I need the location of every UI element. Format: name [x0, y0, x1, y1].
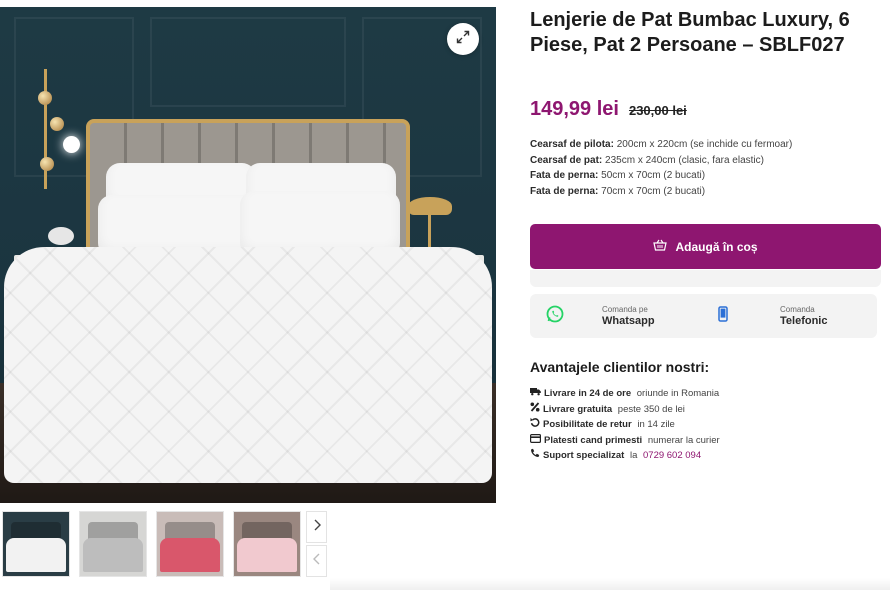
order-whatsapp-label: Whatsapp	[602, 314, 655, 327]
duvet	[4, 247, 492, 483]
expand-image-button[interactable]	[447, 23, 479, 55]
card-icon	[530, 433, 542, 449]
thumbnail-bed	[83, 538, 143, 572]
spec-row: Fata de perna: 50cm x 70cm (2 bucati)	[530, 168, 792, 184]
chevron-right-icon	[313, 518, 321, 536]
whatsapp-icon	[546, 305, 564, 328]
expand-icon	[456, 30, 470, 49]
order-phone-button[interactable]: Comanda Telefonic	[718, 294, 868, 338]
chandelier-orb	[38, 91, 52, 105]
thumbnail-prev-button[interactable]	[306, 545, 327, 577]
product-specs: Cearsaf de pilota: 200cm x 220cm (se inc…	[530, 137, 792, 199]
add-to-cart-button[interactable]: Adaugă în coș	[530, 224, 881, 269]
truck-icon	[530, 386, 541, 402]
order-whatsapp-text: Comanda pe Whatsapp	[602, 305, 655, 328]
benefit-item: Suport specializat la 0729 602 094	[530, 448, 720, 464]
benefit-text: peste 350 de lei	[615, 403, 685, 415]
percent-icon	[530, 401, 540, 418]
benefit-item: Livrare in 24 de ore oriunde in Romania	[530, 386, 720, 402]
spec-label: Fata de perna:	[530, 185, 599, 197]
spec-value: 70cm x 70cm (2 bucati)	[601, 185, 706, 197]
main-product-image[interactable]	[0, 7, 496, 503]
phone-icon	[718, 305, 728, 327]
benefit-strong: Platesti cand primesti	[544, 434, 643, 446]
thumbnail-red[interactable]	[156, 511, 224, 577]
spec-label: Cearsaf de pat:	[530, 154, 603, 166]
benefit-strong: Livrare in 24 de ore	[544, 388, 632, 399]
support-phone-link[interactable]: 0729 602 094	[643, 448, 701, 464]
benefit-strong: Posibilitate de retur	[543, 419, 632, 430]
price-block: 149,99 lei 230,00 lei	[530, 98, 687, 121]
benefit-item: Livrare gratuita peste 350 de lei	[530, 401, 720, 418]
spec-value: 50cm x 70cm (2 bucati)	[601, 170, 706, 181]
price-old: 230,00 lei	[628, 103, 687, 118]
order-whatsapp-button[interactable]: Comanda pe Whatsapp	[546, 294, 696, 338]
thumbnail-bed	[6, 538, 66, 572]
page-bottom-edge	[330, 578, 890, 590]
order-phone-caption: Comanda	[780, 304, 815, 314]
cart-divider	[530, 270, 881, 287]
thumbnail-pink[interactable]	[233, 511, 301, 577]
thumbnail-strip	[0, 511, 330, 579]
order-options: Comanda pe Whatsapp Comanda Telefonic	[530, 294, 877, 338]
flowers	[48, 227, 74, 245]
order-phone-text: Comanda Telefonic	[780, 305, 827, 328]
spec-row: Cearsaf de pat: 235cm x 240cm (clasic, f…	[530, 153, 792, 169]
chevron-left-icon	[312, 552, 321, 570]
spec-label: Cearsaf de pilota:	[530, 139, 614, 150]
benefit-text: numerar la curier	[645, 434, 720, 446]
benefits-title: Avantajele clientilor nostri:	[530, 359, 710, 375]
phone-icon	[530, 448, 540, 464]
spec-row: Fata de perna: 70cm x 70cm (2 bucati)	[530, 184, 792, 200]
thumbnail-next-button[interactable]	[306, 511, 327, 543]
chandelier-orb	[50, 117, 64, 131]
chandelier-orb	[40, 157, 54, 171]
order-whatsapp-caption: Comanda pe	[602, 304, 648, 314]
add-to-cart-label: Adaugă în coș	[675, 239, 758, 254]
benefit-item: Posibilitate de retur in 14 zile	[530, 417, 720, 433]
chandelier-light	[63, 136, 80, 153]
benefit-strong: Livrare gratuita	[543, 403, 613, 415]
spec-value: 200cm x 220cm (se inchide cu fermoar)	[616, 139, 793, 150]
thumbnail-grey[interactable]	[79, 511, 147, 577]
basket-icon	[653, 239, 668, 254]
thumbnail-bed	[160, 538, 220, 572]
wall-panel	[150, 17, 346, 107]
benefit-text: oriunde in Romania	[634, 388, 720, 399]
price-current: 149,99 lei	[530, 98, 619, 120]
spec-row: Cearsaf de pilota: 200cm x 220cm (se inc…	[530, 137, 792, 153]
benefits-list: Livrare in 24 de ore oriunde in Romania …	[530, 386, 720, 464]
return-icon	[530, 417, 540, 433]
benefit-text: la	[627, 450, 640, 461]
benefit-text: in 14 zile	[634, 419, 675, 430]
benefit-item: Platesti cand primesti numerar la curier	[530, 433, 720, 449]
spec-value: 235cm x 240cm (clasic, fara elastic)	[605, 154, 764, 166]
order-phone-label: Telefonic	[780, 314, 828, 327]
chandelier	[44, 69, 47, 189]
product-gallery	[0, 7, 496, 577]
benefit-strong: Suport specializat	[543, 450, 625, 461]
spec-label: Fata de perna:	[530, 170, 599, 181]
thumbnail-white[interactable]	[2, 511, 70, 577]
thumbnail-bed	[237, 538, 297, 572]
product-title: Lenjerie de Pat Bumbac Luxury, 6 Piese, …	[530, 9, 850, 56]
